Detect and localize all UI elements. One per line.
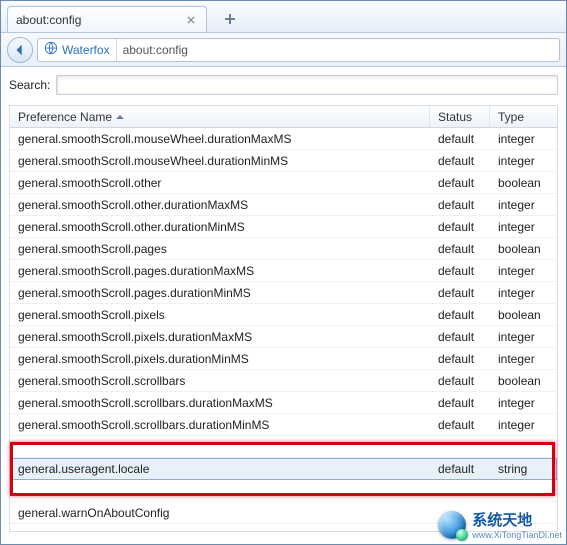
pref-type: boolean <box>490 308 557 322</box>
tab-title: about:config <box>16 13 184 27</box>
browser-window: about:config Waterfox about:config Searc… <box>0 0 567 545</box>
pref-status: default <box>430 198 490 212</box>
column-label: Type <box>498 110 524 124</box>
preferences-table: Preference Name Status Type general.smoo… <box>9 105 558 532</box>
pref-name: general.smoothScroll.pages.durationMaxMS <box>10 264 430 278</box>
watermark: 系统天地 www.XiTongTianDi.net <box>438 509 562 540</box>
pref-name: general.smoothScroll.pixels.durationMinM… <box>10 352 430 366</box>
pref-status: default <box>430 418 490 432</box>
search-input[interactable] <box>56 75 558 95</box>
pref-type: integer <box>490 198 557 212</box>
column-type[interactable]: Type <box>490 106 557 127</box>
table-body: general.smoothScroll.mouseWheel.duration… <box>10 128 557 524</box>
tab-strip: about:config <box>1 1 566 33</box>
address-bar[interactable]: Waterfox about:config <box>37 38 560 62</box>
preference-row[interactable]: general.smoothScroll.otherdefaultboolean <box>10 172 557 194</box>
preference-row[interactable]: general.smoothScroll.other.durationMaxMS… <box>10 194 557 216</box>
pref-status: default <box>430 286 490 300</box>
search-bar: Search: <box>1 67 566 105</box>
pref-status: default <box>430 220 490 234</box>
preference-row[interactable]: general.smoothScroll.pixelsdefaultboolea… <box>10 304 557 326</box>
pref-status: default <box>430 154 490 168</box>
pref-type: boolean <box>490 176 557 190</box>
column-label: Preference Name <box>18 110 112 124</box>
content-area: Search: Preference Name Status Type gene… <box>1 67 566 544</box>
pref-name: general.smoothScroll.scrollbars <box>10 374 430 388</box>
url-text: about:config <box>117 43 194 57</box>
pref-status: default <box>430 264 490 278</box>
pref-type: integer <box>490 264 557 278</box>
column-preference-name[interactable]: Preference Name <box>10 106 430 127</box>
preference-row[interactable]: general.smoothScroll.scrollbarsdefaultbo… <box>10 370 557 392</box>
preference-row[interactable]: general.smoothScroll.scrollbars.duration… <box>10 392 557 414</box>
tab-about-config[interactable]: about:config <box>7 6 207 32</box>
preference-row[interactable]: general.smoothScroll.mouseWheel.duration… <box>10 128 557 150</box>
pref-status: default <box>430 242 490 256</box>
search-label: Search: <box>9 78 50 92</box>
back-button[interactable] <box>7 37 33 63</box>
preference-row-obscured <box>10 480 557 502</box>
pref-status: default <box>430 396 490 410</box>
pref-status: default <box>430 308 490 322</box>
pref-status: default <box>430 330 490 344</box>
watermark-icon <box>438 511 466 539</box>
watermark-url: www.XiTongTianDi.net <box>472 530 562 540</box>
watermark-title: 系统天地 <box>472 509 562 530</box>
preference-row[interactable]: general.smoothScroll.pages.durationMaxMS… <box>10 260 557 282</box>
pref-name: general.smoothScroll.other.durationMaxMS <box>10 198 430 212</box>
preference-row[interactable]: general.smoothScroll.pages.durationMinMS… <box>10 282 557 304</box>
pref-type: integer <box>490 330 557 344</box>
table-header: Preference Name Status Type <box>10 106 557 128</box>
preference-row[interactable]: general.useragent.localedefaultstring <box>10 458 557 480</box>
pref-type: integer <box>490 154 557 168</box>
pref-name: general.smoothScroll.mouseWheel.duration… <box>10 132 430 146</box>
globe-icon <box>44 41 58 58</box>
pref-status: default <box>430 352 490 366</box>
pref-name: general.smoothScroll.scrollbars.duration… <box>10 396 430 410</box>
pref-status: default <box>430 176 490 190</box>
preference-row-obscured <box>10 436 557 458</box>
pref-name: general.useragent.locale <box>10 462 430 476</box>
pref-name: general.smoothScroll.pages.durationMinMS <box>10 286 430 300</box>
preference-row[interactable]: general.smoothScroll.pixels.durationMaxM… <box>10 326 557 348</box>
pref-type: boolean <box>490 242 557 256</box>
pref-type: integer <box>490 352 557 366</box>
pref-type: integer <box>490 418 557 432</box>
pref-name: general.smoothScroll.pixels <box>10 308 430 322</box>
site-identity[interactable]: Waterfox <box>42 39 117 61</box>
preference-row[interactable]: general.smoothScroll.scrollbars.duration… <box>10 414 557 436</box>
new-tab-button[interactable] <box>217 6 243 32</box>
pref-name: general.smoothScroll.mouseWheel.duration… <box>10 154 430 168</box>
close-icon[interactable] <box>184 13 198 27</box>
preference-row[interactable]: general.smoothScroll.other.durationMinMS… <box>10 216 557 238</box>
pref-type: integer <box>490 220 557 234</box>
pref-name: general.warnOnAboutConfig <box>10 506 430 520</box>
navigation-toolbar: Waterfox about:config <box>1 33 566 67</box>
pref-status: default <box>430 462 490 476</box>
column-label: Status <box>438 110 472 124</box>
pref-name: general.smoothScroll.scrollbars.duration… <box>10 418 430 432</box>
pref-type: integer <box>490 286 557 300</box>
pref-status: default <box>430 374 490 388</box>
pref-type: integer <box>490 396 557 410</box>
column-status[interactable]: Status <box>430 106 490 127</box>
identity-label: Waterfox <box>62 43 110 57</box>
preference-row[interactable]: general.smoothScroll.pagesdefaultboolean <box>10 238 557 260</box>
pref-type: boolean <box>490 374 557 388</box>
pref-name: general.smoothScroll.other <box>10 176 430 190</box>
pref-status: default <box>430 132 490 146</box>
pref-name: general.smoothScroll.pages <box>10 242 430 256</box>
preference-row[interactable]: general.smoothScroll.pixels.durationMinM… <box>10 348 557 370</box>
sort-ascending-icon <box>112 110 124 124</box>
pref-type: string <box>490 462 557 476</box>
pref-name: general.smoothScroll.pixels.durationMaxM… <box>10 330 430 344</box>
pref-type: integer <box>490 132 557 146</box>
pref-name: general.smoothScroll.other.durationMinMS <box>10 220 430 234</box>
preference-row[interactable]: general.smoothScroll.mouseWheel.duration… <box>10 150 557 172</box>
